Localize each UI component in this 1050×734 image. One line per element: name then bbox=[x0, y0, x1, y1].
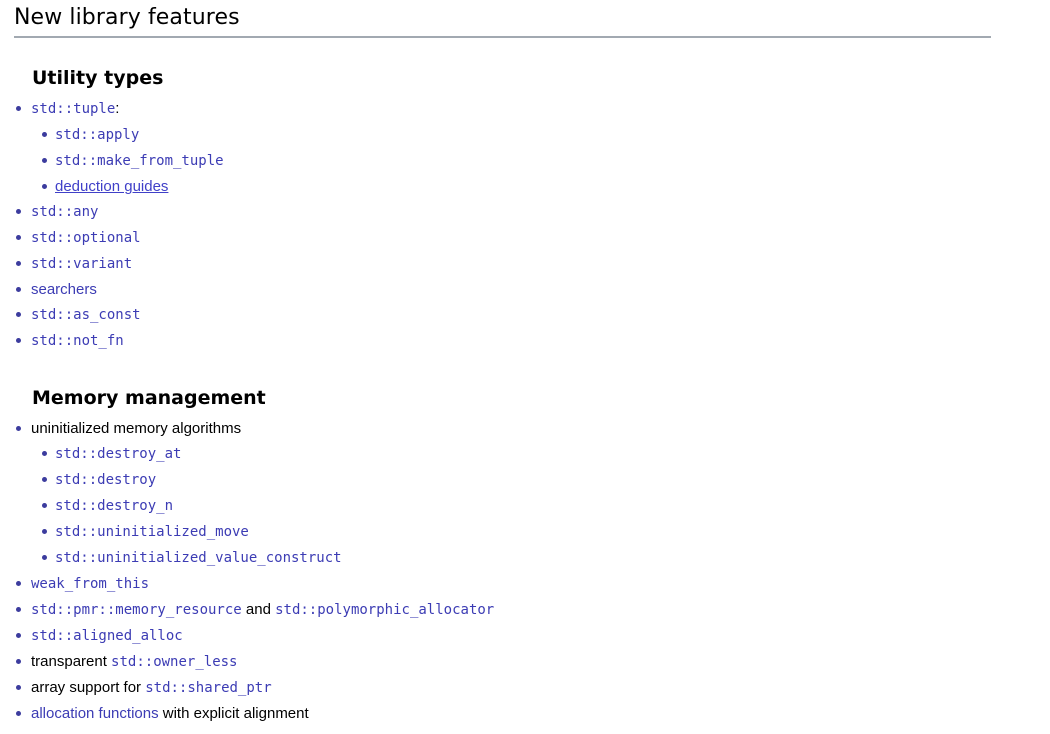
section-heading-memory-management: Memory management bbox=[32, 387, 266, 409]
sub-list-item: std::destroy_n bbox=[40, 493, 1050, 519]
code-link[interactable]: std::owner_less bbox=[111, 654, 237, 670]
bullet-icon bbox=[16, 235, 21, 240]
code-link[interactable]: std::pmr::memory_resource bbox=[31, 602, 242, 618]
list-item: std::any bbox=[14, 199, 1050, 225]
page-title: New library features bbox=[14, 5, 240, 30]
sub-list-item: std::make_from_tuple bbox=[40, 148, 1050, 174]
bullet-icon bbox=[16, 685, 21, 690]
list-item: transparent std::owner_less bbox=[14, 649, 1050, 675]
code-link[interactable]: std::tuple bbox=[31, 101, 115, 117]
sub-list-item: std::destroy bbox=[40, 467, 1050, 493]
bullet-icon bbox=[42, 451, 47, 456]
list-item: std::variant bbox=[14, 251, 1050, 277]
bullet-icon bbox=[16, 607, 21, 612]
bullet-icon bbox=[42, 529, 47, 534]
list-item: uninitialized memory algorithms bbox=[14, 416, 1050, 441]
bullet-icon bbox=[16, 633, 21, 638]
list-item: std::tuple: bbox=[14, 96, 1050, 122]
sub-list-item: std::uninitialized_value_construct bbox=[40, 545, 1050, 571]
list-item: array support for std::shared_ptr bbox=[14, 675, 1050, 701]
list-item: weak_from_this bbox=[14, 571, 1050, 597]
plain-text: array support for bbox=[31, 679, 146, 696]
code-link[interactable]: std::any bbox=[31, 204, 98, 220]
code-link[interactable]: std::as_const bbox=[31, 307, 141, 323]
bullet-icon bbox=[16, 581, 21, 586]
text-link-visited[interactable]: deduction guides bbox=[55, 178, 168, 195]
bullet-icon bbox=[16, 106, 21, 111]
text-link[interactable]: allocation functions bbox=[31, 705, 159, 722]
bullet-icon bbox=[42, 503, 47, 508]
code-link[interactable]: std::uninitialized_value_construct bbox=[55, 550, 342, 566]
code-link[interactable]: std::not_fn bbox=[31, 333, 124, 349]
section-heading-utility-types: Utility types bbox=[32, 67, 164, 89]
content-area: Utility typesstd::tuple:std::applystd::m… bbox=[0, 66, 1050, 726]
sub-list-item: deduction guides bbox=[40, 174, 1050, 199]
list-item: searchers bbox=[14, 277, 1050, 302]
plain-text: and bbox=[241, 601, 276, 618]
page-header: New library features bbox=[0, 0, 1050, 38]
bullet-icon bbox=[16, 659, 21, 664]
bullet-icon bbox=[16, 312, 21, 317]
bullet-icon bbox=[42, 184, 47, 189]
plain-text: uninitialized memory algorithms bbox=[31, 420, 242, 437]
list-item: std::not_fn bbox=[14, 328, 1050, 354]
plain-text: with explicit alignment bbox=[158, 705, 309, 722]
title-divider bbox=[14, 36, 991, 38]
code-link[interactable]: std::polymorphic_allocator bbox=[275, 602, 494, 618]
code-link[interactable]: std::make_from_tuple bbox=[55, 153, 224, 169]
list-item: std::as_const bbox=[14, 302, 1050, 328]
bullet-icon bbox=[16, 261, 21, 266]
code-link[interactable]: std::apply bbox=[55, 127, 139, 143]
list-item: std::optional bbox=[14, 225, 1050, 251]
bullet-icon bbox=[42, 555, 47, 560]
bullet-icon bbox=[16, 338, 21, 343]
plain-text: transparent bbox=[31, 653, 112, 670]
list-item: std::aligned_alloc bbox=[14, 623, 1050, 649]
feature-list-memory-management: uninitialized memory algorithmsstd::dest… bbox=[14, 416, 1050, 726]
feature-sublist: std::destroy_atstd::destroystd::destroy_… bbox=[14, 441, 1050, 571]
code-link[interactable]: std::destroy_at bbox=[55, 446, 181, 462]
bullet-icon bbox=[16, 711, 21, 716]
bullet-icon bbox=[42, 477, 47, 482]
list-item: std::pmr::memory_resource and std::polym… bbox=[14, 597, 1050, 623]
list-item: allocation functions with explicit align… bbox=[14, 701, 1050, 726]
feature-list-utility-types: std::tuple:std::applystd::make_from_tupl… bbox=[14, 96, 1050, 354]
text-link[interactable]: searchers bbox=[31, 281, 97, 298]
code-link[interactable]: std::optional bbox=[31, 230, 141, 246]
bullet-icon bbox=[42, 158, 47, 163]
code-link[interactable]: std::aligned_alloc bbox=[31, 628, 183, 644]
code-link[interactable]: weak_from_this bbox=[31, 576, 149, 592]
sub-list-item: std::destroy_at bbox=[40, 441, 1050, 467]
code-link[interactable]: std::shared_ptr bbox=[145, 680, 271, 696]
code-link[interactable]: std::uninitialized_move bbox=[55, 524, 249, 540]
plain-text: : bbox=[115, 100, 120, 117]
bullet-icon bbox=[16, 209, 21, 214]
bullet-icon bbox=[42, 132, 47, 137]
code-link[interactable]: std::destroy bbox=[55, 472, 156, 488]
code-link[interactable]: std::variant bbox=[31, 256, 132, 272]
code-link[interactable]: std::destroy_n bbox=[55, 498, 173, 514]
feature-sublist: std::applystd::make_from_tuplededuction … bbox=[14, 122, 1050, 199]
bullet-icon bbox=[16, 287, 21, 292]
sub-list-item: std::apply bbox=[40, 122, 1050, 148]
sub-list-item: std::uninitialized_move bbox=[40, 519, 1050, 545]
bullet-icon bbox=[16, 426, 21, 431]
